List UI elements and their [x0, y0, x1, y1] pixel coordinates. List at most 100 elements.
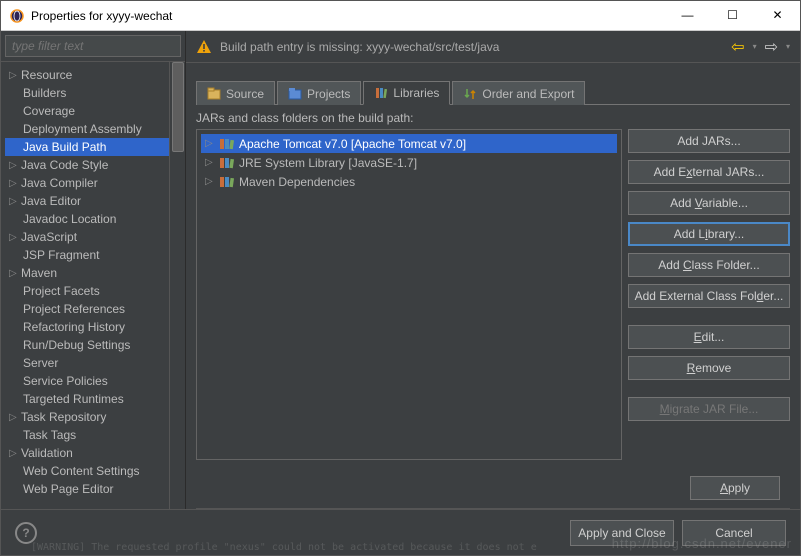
- sidebar-item-jsp-fragment[interactable]: JSP Fragment: [5, 246, 185, 264]
- sidebar-item-project-facets[interactable]: Project Facets: [5, 282, 185, 300]
- tab-area: SourceProjectsLibrariesOrder and Export …: [186, 63, 800, 509]
- sidebar-item-label: Java Compiler: [21, 176, 98, 190]
- add-jars-button[interactable]: Add JARs...: [628, 129, 790, 153]
- tab-label: Projects: [307, 87, 350, 101]
- sidebar-item-label: Validation: [21, 446, 73, 460]
- sidebar-item-task-tags[interactable]: Task Tags: [5, 426, 185, 444]
- sidebar-item-label: Coverage: [23, 104, 75, 118]
- tab-projects[interactable]: Projects: [277, 81, 361, 105]
- edit-button[interactable]: Edit...: [628, 325, 790, 349]
- sidebar-item-run-debug-settings[interactable]: Run/Debug Settings: [5, 336, 185, 354]
- nav-forward-icon[interactable]: ⇨: [761, 37, 782, 57]
- add-external-class-folder-button[interactable]: Add External Class Folder...: [628, 284, 790, 308]
- add-library-button[interactable]: Add Library...: [628, 222, 790, 246]
- jars-header: JARs and class folders on the build path…: [196, 111, 790, 125]
- eclipse-icon: [9, 8, 25, 24]
- sidebar-item-maven[interactable]: ▷Maven: [5, 264, 185, 282]
- sidebar-item-coverage[interactable]: Coverage: [5, 102, 185, 120]
- sidebar-item-web-content-settings[interactable]: Web Content Settings: [5, 462, 185, 480]
- libraries-icon: [374, 86, 388, 100]
- expand-arrow-icon[interactable]: ▷: [205, 138, 215, 149]
- sidebar-item-label: Project Facets: [23, 284, 100, 298]
- library-item[interactable]: ▷Apache Tomcat v7.0 [Apache Tomcat v7.0]: [201, 134, 617, 153]
- tab-source[interactable]: Source: [196, 81, 275, 105]
- sidebar-item-label: Maven: [21, 266, 57, 280]
- sidebar-item-validation[interactable]: ▷Validation: [5, 444, 185, 462]
- expand-arrow-icon[interactable]: ▷: [205, 157, 215, 168]
- sidebar-item-label: Service Policies: [23, 374, 108, 388]
- tab-order-and-export[interactable]: Order and Export: [452, 81, 585, 105]
- sidebar-item-label: Task Tags: [23, 428, 76, 442]
- add-class-folder-button[interactable]: Add Class Folder...: [628, 253, 790, 277]
- titlebar: Properties for xyyy-wechat — ☐ ✕: [1, 1, 800, 31]
- help-icon[interactable]: ?: [15, 522, 37, 544]
- sidebar-item-label: Web Page Editor: [23, 482, 114, 496]
- apply-row: Apply: [196, 466, 790, 509]
- remove-button[interactable]: Remove: [628, 356, 790, 380]
- sidebar-tree-container: ▷ResourceBuildersCoverageDeployment Asse…: [1, 62, 185, 509]
- expand-arrow-icon[interactable]: ▷: [9, 412, 21, 423]
- sidebar-item-java-build-path[interactable]: Java Build Path: [5, 138, 169, 156]
- sidebar-tree: ▷ResourceBuildersCoverageDeployment Asse…: [1, 66, 185, 498]
- sidebar-item-java-compiler[interactable]: ▷Java Compiler: [5, 174, 185, 192]
- add-external-jars-button[interactable]: Add External JARs...: [628, 160, 790, 184]
- jars-tree[interactable]: ▷Apache Tomcat v7.0 [Apache Tomcat v7.0]…: [196, 129, 622, 460]
- sidebar-item-label: JavaScript: [21, 230, 77, 244]
- library-item[interactable]: ▷ JRE System Library [JavaSE-1.7]: [201, 153, 617, 172]
- cancel-button[interactable]: Cancel: [682, 520, 786, 546]
- apply-button[interactable]: Apply: [690, 476, 780, 500]
- library-item[interactable]: ▷Maven Dependencies: [201, 172, 617, 191]
- sidebar-item-server[interactable]: Server: [5, 354, 185, 372]
- sidebar-item-web-page-editor[interactable]: Web Page Editor: [5, 480, 185, 498]
- sidebar-item-label: Resource: [21, 68, 72, 82]
- sidebar-item-service-policies[interactable]: Service Policies: [5, 372, 185, 390]
- expand-arrow-icon[interactable]: ▷: [9, 178, 21, 189]
- expand-arrow-icon[interactable]: ▷: [9, 70, 21, 81]
- sidebar-item-label: Javadoc Location: [23, 212, 116, 226]
- sidebar-item-deployment-assembly[interactable]: Deployment Assembly: [5, 120, 185, 138]
- expand-arrow-icon[interactable]: ▷: [9, 196, 21, 207]
- nav-forward-dropdown[interactable]: ▾: [786, 42, 790, 51]
- sidebar-item-project-references[interactable]: Project References: [5, 300, 185, 318]
- apply-and-close-button[interactable]: Apply and Close: [570, 520, 674, 546]
- sidebar-item-label: Refactoring History: [23, 320, 125, 334]
- expand-arrow-icon[interactable]: ▷: [9, 448, 21, 459]
- library-icon: [219, 138, 235, 150]
- sidebar-item-java-editor[interactable]: ▷Java Editor: [5, 192, 185, 210]
- library-icon: [219, 176, 235, 188]
- maximize-button[interactable]: ☐: [710, 1, 755, 30]
- expand-arrow-icon[interactable]: ▷: [9, 268, 21, 279]
- library-icon: [219, 157, 235, 169]
- expand-arrow-icon[interactable]: ▷: [9, 232, 21, 243]
- sidebar-item-javadoc-location[interactable]: Javadoc Location: [5, 210, 185, 228]
- sidebar-item-java-code-style[interactable]: ▷Java Code Style: [5, 156, 185, 174]
- tab-content: JARs and class folders on the build path…: [196, 105, 790, 466]
- button-column: Add JARs... Add External JARs... Add Var…: [628, 129, 790, 460]
- tab-libraries[interactable]: Libraries: [363, 81, 450, 105]
- expand-arrow-icon[interactable]: ▷: [9, 160, 21, 171]
- projects-icon: [288, 87, 302, 101]
- close-button[interactable]: ✕: [755, 1, 800, 30]
- order-icon: [463, 87, 477, 101]
- expand-arrow-icon[interactable]: ▷: [205, 176, 215, 187]
- sidebar-item-resource[interactable]: ▷Resource: [5, 66, 185, 84]
- sidebar-scrollbar[interactable]: [169, 62, 185, 509]
- sidebar-item-task-repository[interactable]: ▷Task Repository: [5, 408, 185, 426]
- library-label: JRE System Library [JavaSE-1.7]: [239, 156, 417, 170]
- filter-input[interactable]: [5, 35, 181, 57]
- sidebar-item-refactoring-history[interactable]: Refactoring History: [5, 318, 185, 336]
- sidebar-item-label: Deployment Assembly: [23, 122, 142, 136]
- add-variable-button[interactable]: Add Variable...: [628, 191, 790, 215]
- footer: ? Apply and Close Cancel: [1, 509, 800, 555]
- sidebar-item-label: Task Repository: [21, 410, 106, 424]
- nav-back-icon[interactable]: ⇦: [727, 37, 748, 57]
- sidebar-item-targeted-runtimes[interactable]: Targeted Runtimes: [5, 390, 185, 408]
- content-area: ▷ResourceBuildersCoverageDeployment Asse…: [1, 31, 800, 509]
- source-icon: [207, 87, 221, 101]
- sidebar-item-label: Server: [23, 356, 58, 370]
- minimize-button[interactable]: —: [665, 1, 710, 30]
- sidebar-item-builders[interactable]: Builders: [5, 84, 185, 102]
- nav-back-dropdown[interactable]: ▾: [753, 42, 757, 51]
- sidebar-item-javascript[interactable]: ▷JavaScript: [5, 228, 185, 246]
- scrollbar-thumb[interactable]: [172, 62, 184, 152]
